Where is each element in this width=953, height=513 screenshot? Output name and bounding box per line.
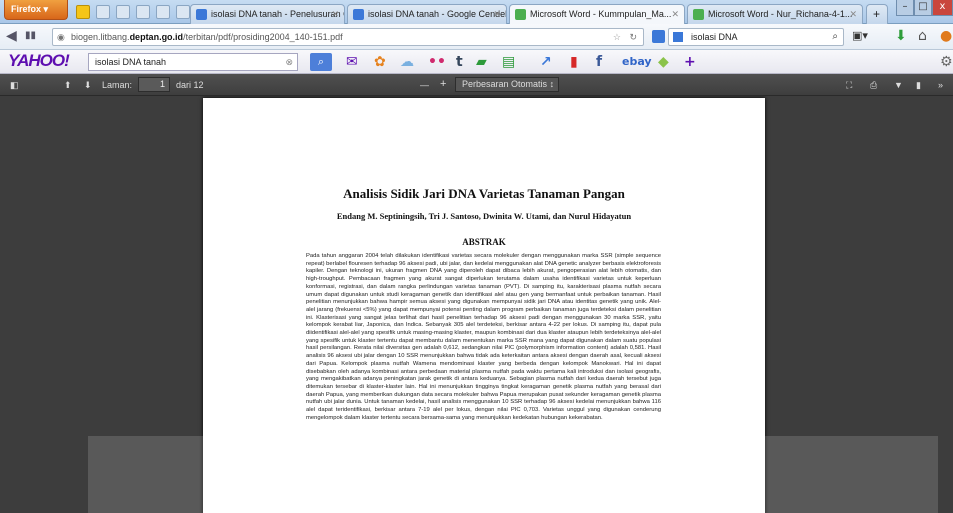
abstract-body: Pada tahun anggaran 2004 telah dilakukan… — [306, 253, 661, 421]
search-icon[interactable]: ⌕ — [832, 29, 838, 45]
tumblr-icon[interactable]: t — [456, 54, 463, 70]
tag-icon[interactable]: ◆ — [658, 54, 669, 70]
bookmarks-icon[interactable]: ▮▮ — [25, 30, 36, 41]
yahoo-search-input[interactable]: isolasi DNA tanah ⊗ — [88, 53, 298, 71]
download-icon[interactable]: ▼ — [894, 78, 903, 92]
tools-icon[interactable]: » — [938, 78, 943, 92]
fullscreen-icon[interactable]: ⛶ — [846, 78, 852, 92]
mail-icon[interactable]: ✉ — [346, 54, 358, 70]
back-arrow-icon[interactable]: ◀ — [6, 28, 17, 44]
ebay-icon[interactable]: ebay — [622, 54, 652, 70]
addon-icon[interactable]: ● — [940, 28, 952, 44]
minimize-button[interactable]: – — [896, 0, 914, 16]
navigation-bar: ◀ ▮▮ ◉ biogen.litbang.deptan.go.id/terbi… — [0, 24, 953, 50]
finance-icon[interactable]: ↗ — [540, 54, 552, 70]
close-window-button[interactable]: x — [932, 0, 953, 16]
chevron-down-icon: ↕ — [549, 79, 555, 89]
settings-icon[interactable]: ⚙ — [940, 54, 953, 70]
url-bar[interactable]: ◉ biogen.litbang.deptan.go.id/terbitan/p… — [52, 28, 644, 46]
tab-microsoft-word-nur-richana[interactable]: Microsoft Word - Nur_Richana-4-1... ✕ — [687, 4, 863, 24]
abstract-heading: ABSTRAK — [462, 237, 506, 247]
facebook-icon[interactable]: f — [596, 54, 602, 70]
firefox-menu-button[interactable]: Firefox ▾ — [4, 0, 68, 20]
document-favicon-icon — [515, 9, 526, 20]
yahoo-search-button[interactable]: ⌕ — [310, 53, 332, 71]
chat-icon[interactable]: ▰ — [476, 54, 487, 70]
google-icon — [673, 32, 683, 42]
document-authors: Endang M. Septiningsih, Tri J. Santoso, … — [336, 211, 632, 221]
search-engine-icon[interactable] — [652, 30, 665, 43]
close-tab-icon[interactable]: ✕ — [849, 5, 857, 23]
page-label: Laman: — [102, 80, 133, 90]
app-tab-icon[interactable] — [156, 5, 170, 19]
bookmark-star-icon[interactable]: ☆ — [613, 29, 621, 45]
download-icon[interactable]: ⬇ — [895, 28, 907, 44]
title-bar: Firefox ▾ isolasi DNA tanah - Penelusura… — [0, 0, 953, 24]
flower-icon[interactable]: ✿ — [374, 54, 386, 70]
warning-icon[interactable] — [76, 5, 90, 19]
next-page-icon[interactable]: ⬇ — [84, 78, 92, 92]
maximize-button[interactable]: □ — [914, 0, 932, 16]
google-favicon-icon — [353, 9, 364, 20]
reload-icon[interactable]: ↻ — [629, 29, 637, 45]
clear-icon[interactable]: ⊗ — [285, 54, 293, 70]
pdf-toolbar: ◧ ⬆ ⬇ Laman: 1 dari 12 — + Perbesaran Ot… — [0, 74, 953, 96]
tab-microsoft-word-kummpulan[interactable]: Microsoft Word - Kummpulan_Ma... ✕ — [509, 4, 685, 24]
sidebar-toggle-icon[interactable]: ◧ — [10, 78, 19, 92]
close-tab-icon[interactable]: ✕ — [493, 5, 501, 23]
add-icon[interactable]: + — [684, 54, 696, 70]
weather-icon[interactable]: ☁ — [400, 54, 414, 70]
print-icon[interactable]: ⎙ — [870, 78, 877, 92]
tab-penelusuran[interactable]: isolasi DNA tanah - Penelusuran G... ✕ — [190, 4, 345, 24]
pdf-viewer[interactable]: Analisis Sidik Jari DNA Varietas Tanaman… — [0, 96, 953, 513]
close-tab-icon[interactable]: ✕ — [671, 5, 679, 23]
page-number-input[interactable]: 1 — [138, 77, 170, 92]
site-identity-icon[interactable]: ◉ — [57, 29, 65, 45]
google-favicon-icon — [196, 9, 207, 20]
zoom-select[interactable]: Perbesaran Otomatis ↕ — [455, 77, 559, 92]
document-favicon-icon — [693, 9, 704, 20]
yahoo-logo[interactable]: YAHOO! — [8, 51, 70, 71]
screen-icon[interactable]: ▣▾ — [852, 29, 868, 42]
flickr-icon[interactable]: •• — [428, 54, 446, 70]
app-tab-icon[interactable] — [96, 5, 110, 19]
page-count: dari 12 — [176, 80, 204, 90]
bookmark-icon[interactable]: ▮ — [570, 54, 578, 70]
document-title: Analisis Sidik Jari DNA Varietas Tanaman… — [343, 186, 625, 201]
zoom-out-button[interactable]: — — [420, 78, 429, 92]
previous-page-icon[interactable]: ⬆ — [64, 78, 72, 92]
browser-search-input[interactable]: isolasi DNA ⌕ — [668, 28, 844, 46]
close-tab-icon[interactable]: ✕ — [331, 5, 339, 23]
new-tab-button[interactable]: + — [866, 4, 888, 24]
app-tab-icon[interactable] — [176, 5, 190, 19]
tab-google-cendekia[interactable]: isolasi DNA tanah - Google Cendekia ✕ — [347, 4, 507, 24]
search-icon: ⌕ — [317, 55, 325, 68]
app-tab-icon[interactable] — [136, 5, 150, 19]
news-icon[interactable]: ▤ — [502, 54, 515, 70]
pdf-page: Analisis Sidik Jari DNA Varietas Tanaman… — [203, 98, 765, 513]
app-tab-icon[interactable] — [116, 5, 130, 19]
yahoo-toolbar: YAHOO! isolasi DNA tanah ⊗ ⌕ ✉ ✿ ☁ •• t … — [0, 50, 953, 74]
bookmark-icon[interactable]: ▮ — [916, 78, 921, 92]
home-icon[interactable]: ⌂ — [918, 28, 927, 44]
zoom-in-button[interactable]: + — [440, 77, 446, 91]
